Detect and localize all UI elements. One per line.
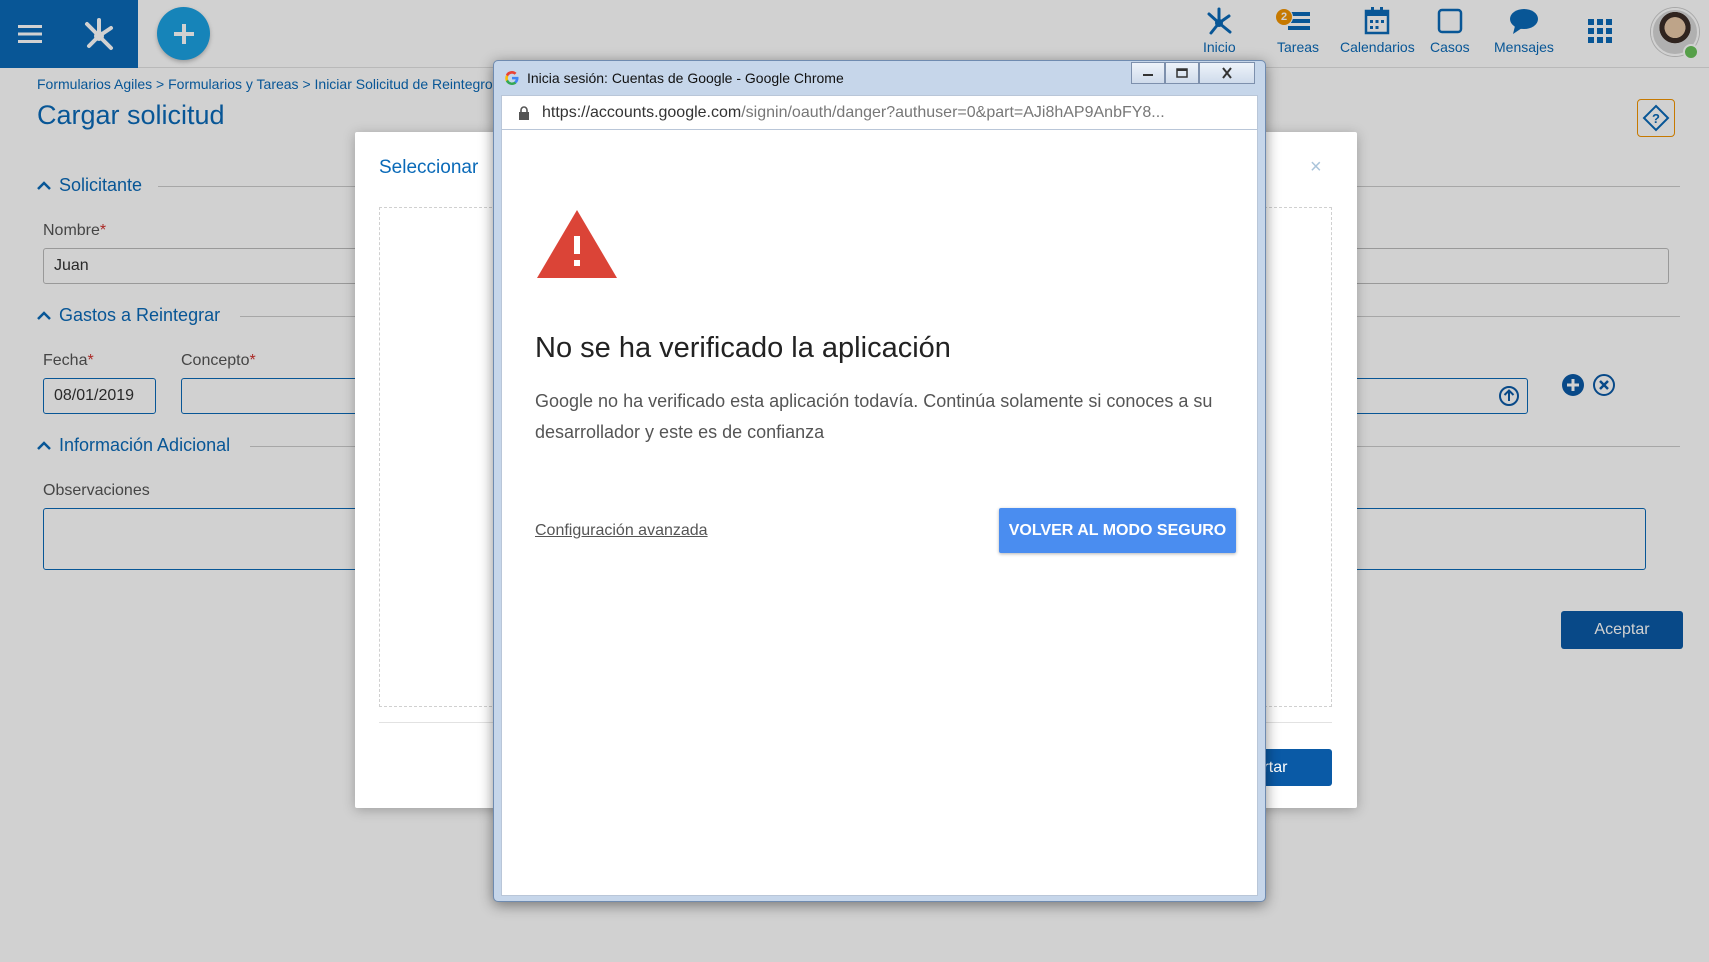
google-warning-page: No se ha verificado la aplicación Google… [501,130,1258,896]
back-to-safety-button[interactable]: VOLVER AL MODO SEGURO [999,508,1236,553]
maximize-button[interactable] [1165,62,1199,84]
warning-text: Google no ha verificado esta aplicación … [535,391,1213,442]
warning-title: No se ha verificado la aplicación [535,332,951,364]
window-title: Inicia sesión: Cuentas de Google - Googl… [527,70,844,86]
url-host: https://accounts.google.com [542,103,742,121]
modal-close-button[interactable]: × [1310,156,1322,179]
minimize-icon [1143,74,1153,76]
close-icon [1222,67,1232,79]
address-bar[interactable]: https://accounts.google.com/signin/oauth… [501,95,1258,130]
lock-icon [519,105,529,120]
window-controls [1131,62,1255,84]
modal-title: Seleccionar [379,157,479,178]
google-g-icon [505,71,519,85]
advanced-settings-link[interactable]: Configuración avanzada [535,522,708,540]
close-window-button[interactable] [1199,62,1255,84]
restore-icon [1176,68,1188,78]
minimize-button[interactable] [1131,62,1165,84]
url-path: /signin/oauth/danger?authuser=0&part=AJi… [741,103,1165,121]
chrome-popup-window: Inicia sesión: Cuentas de Google - Googl… [493,60,1266,902]
window-titlebar[interactable]: Inicia sesión: Cuentas de Google - Googl… [494,61,1265,95]
warning-triangle-icon [537,210,617,278]
